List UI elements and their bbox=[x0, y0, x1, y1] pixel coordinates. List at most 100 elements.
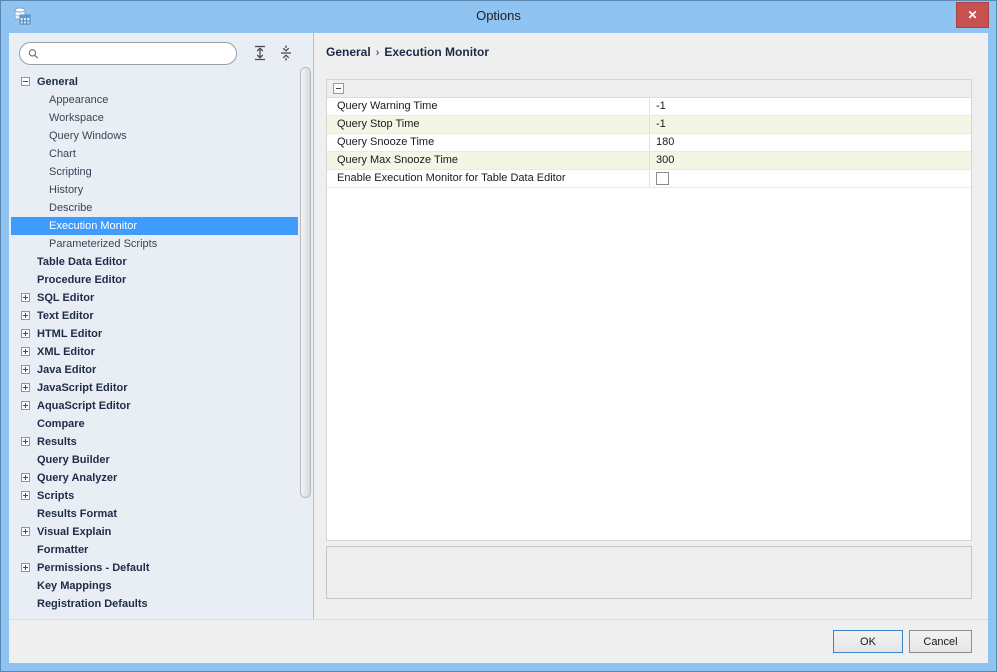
sidebar-item-label: Table Data Editor bbox=[37, 256, 127, 268]
expand-all-icon[interactable] bbox=[251, 44, 269, 62]
sidebar-item-label: History bbox=[49, 184, 84, 196]
description-box bbox=[326, 546, 972, 599]
setting-label: Enable Execution Monitor for Table Data … bbox=[327, 170, 650, 187]
tree-plus-toggle-icon[interactable] bbox=[21, 329, 30, 338]
setting-value[interactable]: 180 bbox=[650, 134, 971, 151]
sidebar-item-query-analyzer[interactable]: Query Analyzer bbox=[11, 469, 298, 487]
sidebar-item-formatter[interactable]: Formatter bbox=[11, 541, 298, 559]
tree-plus-toggle-icon[interactable] bbox=[21, 437, 30, 446]
sidebar-item-compare[interactable]: Compare bbox=[11, 415, 298, 433]
sidebar-item-appearance[interactable]: Appearance bbox=[11, 91, 298, 109]
sidebar-item-label: Execution Monitor bbox=[49, 220, 138, 232]
tree-minus-toggle-icon[interactable] bbox=[21, 77, 30, 86]
setting-value[interactable]: 300 bbox=[650, 152, 971, 169]
tree-scrollbar-thumb[interactable] bbox=[300, 67, 311, 498]
titlebar[interactable]: Options ✕ bbox=[1, 1, 996, 33]
breadcrumb-part: General bbox=[326, 45, 371, 59]
sidebar-item-label: Registration Defaults bbox=[37, 598, 148, 610]
sidebar-item-label: AquaScript Editor bbox=[37, 400, 131, 412]
settings-grid: Query Warning Time -1 Query Stop Time -1 Que… bbox=[326, 79, 972, 541]
sidebar-item-results-format[interactable]: Results Format bbox=[11, 505, 298, 523]
sidebar-item-label: Parameterized Scripts bbox=[49, 238, 158, 250]
sidebar: General Appearance Workspace Query Windows C… bbox=[9, 33, 314, 621]
group-collapse-icon[interactable] bbox=[333, 83, 344, 94]
options-dialog: Options ✕ General Appearance Workspace Q… bbox=[0, 0, 997, 672]
sidebar-item-scripting[interactable]: Scripting bbox=[11, 163, 298, 181]
sidebar-item-chart[interactable]: Chart bbox=[11, 145, 298, 163]
setting-checkbox[interactable] bbox=[656, 172, 669, 185]
sidebar-item-label: SQL Editor bbox=[37, 292, 95, 304]
sidebar-item-query-builder[interactable]: Query Builder bbox=[11, 451, 298, 469]
sidebar-item-describe[interactable]: Describe bbox=[11, 199, 298, 217]
sidebar-item-javascript-editor[interactable]: JavaScript Editor bbox=[11, 379, 298, 397]
sidebar-item-label: Procedure Editor bbox=[37, 274, 127, 286]
sidebar-item-history[interactable]: History bbox=[11, 181, 298, 199]
setting-label: Query Warning Time bbox=[327, 98, 650, 115]
tree-plus-toggle-icon[interactable] bbox=[21, 527, 30, 536]
search-icon bbox=[28, 48, 39, 59]
sidebar-item-parameterized-scripts[interactable]: Parameterized Scripts bbox=[11, 235, 298, 253]
collapse-all-icon[interactable] bbox=[277, 44, 295, 62]
sidebar-item-general[interactable]: General bbox=[11, 73, 298, 91]
sidebar-item-java-editor[interactable]: Java Editor bbox=[11, 361, 298, 379]
sidebar-item-execution-monitor[interactable]: Execution Monitor bbox=[11, 217, 298, 235]
setting-label: Query Snooze Time bbox=[327, 134, 650, 151]
sidebar-item-procedure-editor[interactable]: Procedure Editor bbox=[11, 271, 298, 289]
setting-value[interactable]: -1 bbox=[650, 98, 971, 115]
dialog-content: General Appearance Workspace Query Windows C… bbox=[9, 33, 988, 663]
sidebar-item-registration-defaults[interactable]: Registration Defaults bbox=[11, 595, 298, 613]
sidebar-item-label: Results bbox=[37, 436, 77, 448]
tree-plus-toggle-icon[interactable] bbox=[21, 563, 30, 572]
setting-row-query-stop-time: Query Stop Time -1 bbox=[327, 116, 971, 134]
tree-plus-toggle-icon[interactable] bbox=[21, 293, 30, 302]
sidebar-item-label: Permissions - Default bbox=[37, 562, 150, 574]
setting-value[interactable]: -1 bbox=[650, 116, 971, 133]
tree-plus-toggle-icon[interactable] bbox=[21, 347, 30, 356]
sidebar-item-table-data-editor[interactable]: Table Data Editor bbox=[11, 253, 298, 271]
sidebar-item-text-editor[interactable]: Text Editor bbox=[11, 307, 298, 325]
tree-plus-toggle-icon[interactable] bbox=[21, 491, 30, 500]
sidebar-item-permissions-default[interactable]: Permissions - Default bbox=[11, 559, 298, 577]
search-input[interactable] bbox=[44, 47, 228, 60]
app-icon bbox=[11, 6, 32, 27]
sidebar-item-key-mappings[interactable]: Key Mappings bbox=[11, 577, 298, 595]
breadcrumb-separator-icon: › bbox=[375, 47, 380, 59]
tree-plus-toggle-icon[interactable] bbox=[21, 311, 30, 320]
tree-plus-toggle-icon[interactable] bbox=[21, 401, 30, 410]
options-tree: General Appearance Workspace Query Windows C… bbox=[11, 73, 298, 619]
sidebar-item-label: XML Editor bbox=[37, 346, 95, 358]
close-icon[interactable]: ✕ bbox=[956, 2, 989, 28]
tree-scrollbar[interactable] bbox=[299, 67, 312, 619]
sidebar-item-xml-editor[interactable]: XML Editor bbox=[11, 343, 298, 361]
sidebar-item-results[interactable]: Results bbox=[11, 433, 298, 451]
settings-grid-rows: Query Warning Time -1 Query Stop Time -1 Que… bbox=[327, 98, 971, 188]
sidebar-item-scripts[interactable]: Scripts bbox=[11, 487, 298, 505]
setting-row-query-snooze-time: Query Snooze Time 180 bbox=[327, 134, 971, 152]
sidebar-item-label: Describe bbox=[49, 202, 93, 214]
sidebar-item-label: Chart bbox=[49, 148, 76, 160]
cancel-button[interactable]: Cancel bbox=[909, 630, 972, 653]
search-box[interactable] bbox=[19, 42, 237, 65]
main-panel: General › Execution Monitor Query Warning … bbox=[315, 33, 988, 619]
sidebar-item-label: Text Editor bbox=[37, 310, 94, 322]
settings-group-header bbox=[327, 80, 971, 98]
sidebar-item-label: Formatter bbox=[37, 544, 89, 556]
tree-plus-toggle-icon[interactable] bbox=[21, 365, 30, 374]
ok-button[interactable]: OK bbox=[833, 630, 903, 653]
setting-row-enable-execution-monitor-for-table-data-editor: Enable Execution Monitor for Table Data … bbox=[327, 170, 971, 188]
sidebar-item-label: HTML Editor bbox=[37, 328, 103, 340]
sidebar-item-aquascript-editor[interactable]: AquaScript Editor bbox=[11, 397, 298, 415]
sidebar-item-html-editor[interactable]: HTML Editor bbox=[11, 325, 298, 343]
breadcrumb: General › Execution Monitor bbox=[326, 45, 489, 59]
sidebar-item-label: JavaScript Editor bbox=[37, 382, 128, 394]
tree-plus-toggle-icon[interactable] bbox=[21, 383, 30, 392]
sidebar-item-sql-editor[interactable]: SQL Editor bbox=[11, 289, 298, 307]
setting-row-query-warning-time: Query Warning Time -1 bbox=[327, 98, 971, 116]
sidebar-item-workspace[interactable]: Workspace bbox=[11, 109, 298, 127]
sidebar-item-query-windows[interactable]: Query Windows bbox=[11, 127, 298, 145]
tree-plus-toggle-icon[interactable] bbox=[21, 473, 30, 482]
sidebar-item-visual-explain[interactable]: Visual Explain bbox=[11, 523, 298, 541]
sidebar-item-label: Appearance bbox=[49, 94, 109, 106]
setting-value[interactable] bbox=[650, 170, 971, 187]
breadcrumb-part: Execution Monitor bbox=[384, 45, 490, 59]
